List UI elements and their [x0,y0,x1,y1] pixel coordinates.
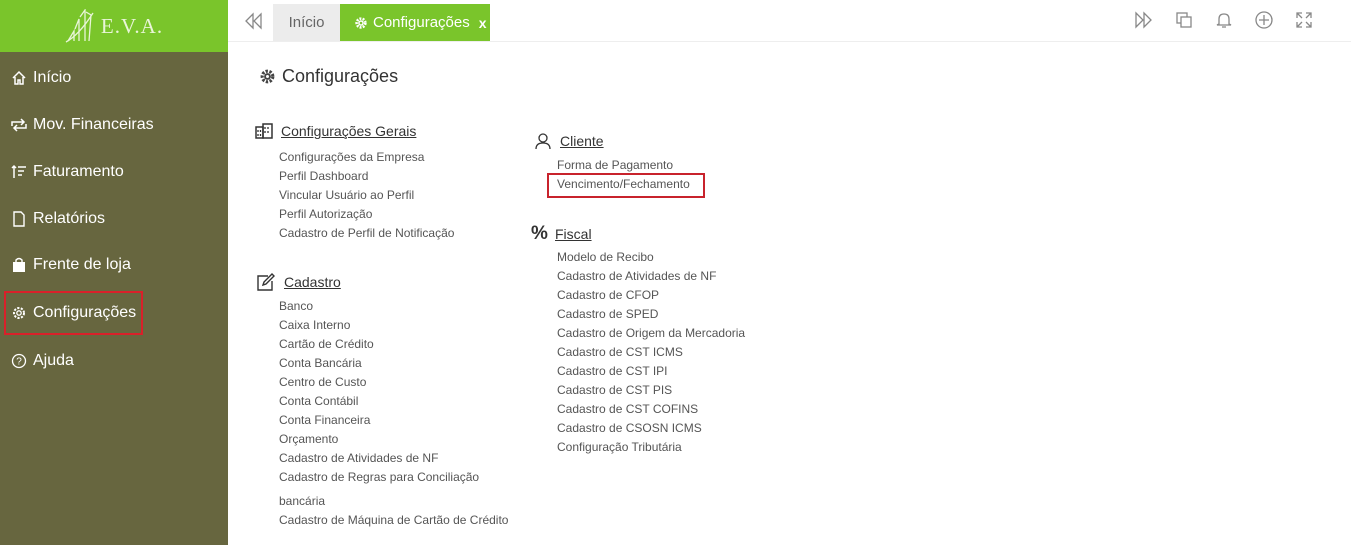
link-cst-cofins[interactable]: Cadastro de CST COFINS [557,402,698,416]
swap-icon [10,116,28,134]
gear-icon [355,16,367,29]
tab-bar: Início Configurações x [228,0,1351,42]
logo-chart-icon [65,9,94,43]
link-cst-icms[interactable]: Cadastro de CST ICMS [557,345,683,359]
home-icon [10,69,28,87]
tab-configuracoes[interactable]: Configurações x [340,4,490,41]
file-icon [10,210,28,228]
add-button[interactable] [1253,9,1275,31]
link-csosn-icms[interactable]: Cadastro de CSOSN ICMS [557,421,702,435]
link-perfil-dashboard[interactable]: Perfil Dashboard [279,169,368,183]
link-perfil-autorizacao[interactable]: Perfil Autorização [279,207,372,221]
link-vencimento-fechamento[interactable]: Vencimento/Fechamento [557,177,690,191]
sidebar-item-label: Início [33,69,72,86]
sidebar-item-label: Frente de loja [33,256,131,273]
page-title: Configurações [259,66,398,87]
sidebar-item-inicio[interactable]: Início [0,63,228,93]
next-tabs-button[interactable] [1133,9,1155,31]
bag-icon [10,256,28,274]
link-perfil-notificacao[interactable]: Cadastro de Perfil de Notificação [279,226,454,240]
help-icon: ? [10,352,28,370]
page-title-text: Configurações [282,66,399,86]
notifications-button[interactable] [1213,9,1235,31]
link-banco[interactable]: Banco [279,299,313,313]
section-title-link[interactable]: Cadastro [284,274,341,290]
link-maquina-cartao[interactable]: Cadastro de Máquina de Cartão de Crédito [279,513,508,527]
link-fiscal-atividades-nf[interactable]: Cadastro de Atividades de NF [557,269,716,283]
link-conta-financeira[interactable]: Conta Financeira [279,413,370,427]
sidebar-item-mov-financeiras[interactable]: Mov. Financeiras [0,110,228,140]
link-sped[interactable]: Cadastro de SPED [557,307,658,321]
section-title-link[interactable]: Configurações Gerais [281,123,416,139]
link-regras-conciliacao[interactable]: Cadastro de Regras para Conciliação [279,470,479,484]
gear-icon [260,69,275,84]
link-forma-pagamento[interactable]: Forma de Pagamento [557,158,673,172]
sort-icon [10,163,28,181]
collapse-sidebar-button[interactable] [242,10,264,32]
section-fiscal: % Fiscal [531,223,592,245]
section-title-link[interactable]: Fiscal [555,226,592,242]
section-cadastro: Cadastro [256,273,341,291]
link-caixa-interno[interactable]: Caixa Interno [279,318,350,332]
link-conta-contabil[interactable]: Conta Contábil [279,394,358,408]
tab-inicio[interactable]: Início [273,4,340,41]
sidebar-item-label: Mov. Financeiras [33,116,154,133]
close-tab-button[interactable]: x [479,15,487,31]
link-modelo-recibo[interactable]: Modelo de Recibo [557,250,654,264]
sidebar-item-relatorios[interactable]: Relatórios [0,204,228,234]
copy-icon [1176,12,1192,28]
link-conta-bancaria[interactable]: Conta Bancária [279,356,362,370]
copy-button[interactable] [1173,9,1195,31]
link-origem-mercadoria[interactable]: Cadastro de Origem da Mercadoria [557,326,745,340]
sidebar-item-label: Relatórios [33,210,106,227]
link-atividades-nf[interactable]: Cadastro de Atividades de NF [279,451,438,465]
link-cfop[interactable]: Cadastro de CFOP [557,288,659,302]
bell-icon [1216,13,1232,28]
sidebar-item-configuracoes[interactable]: Configurações [4,291,143,335]
sidebar: E.V.A. Início Mov. Financeiras Faturamen… [0,0,228,545]
tab-label: Início [288,14,325,31]
sidebar-item-label: Configurações [33,304,137,321]
link-regras-conciliacao-cont[interactable]: bancária [279,494,325,508]
link-orcamento[interactable]: Orçamento [279,432,338,446]
plus-circle-icon [1255,11,1273,29]
section-title-link[interactable]: Cliente [560,133,604,149]
link-configuracao-tributaria[interactable]: Configuração Tributária [557,440,682,454]
link-cst-ipi[interactable]: Cadastro de CST IPI [557,364,668,378]
section-cliente: Cliente [534,132,604,150]
tab-label: Configurações [373,14,470,31]
double-chevron-left-icon [245,12,262,30]
svg-text:?: ? [16,357,22,368]
logo[interactable]: E.V.A. [0,0,228,52]
percent-icon: % [531,223,548,244]
logo-text: E.V.A. [100,13,164,38]
sidebar-item-label: Faturamento [33,163,124,180]
link-configuracoes-empresa[interactable]: Configurações da Empresa [279,150,424,164]
link-cst-pis[interactable]: Cadastro de CST PIS [557,383,672,397]
sidebar-item-label: Ajuda [33,352,74,369]
expand-icon [1296,12,1312,28]
link-vincular-usuario[interactable]: Vincular Usuário ao Perfil [279,188,414,202]
fullscreen-button[interactable] [1293,9,1315,31]
user-icon [535,133,551,150]
edit-icon [257,273,275,291]
section-configuracoes-gerais: Configurações Gerais [255,123,416,139]
building-icon [255,123,273,139]
gear-icon [10,304,28,322]
sidebar-item-frente-de-loja[interactable]: Frente de loja [0,250,228,280]
link-centro-custo[interactable]: Centro de Custo [279,375,366,389]
double-chevron-right-icon [1135,11,1152,29]
sidebar-item-ajuda[interactable]: ? Ajuda [0,346,228,376]
link-cartao-credito[interactable]: Cartão de Crédito [279,337,374,351]
sidebar-item-faturamento[interactable]: Faturamento [0,157,228,187]
